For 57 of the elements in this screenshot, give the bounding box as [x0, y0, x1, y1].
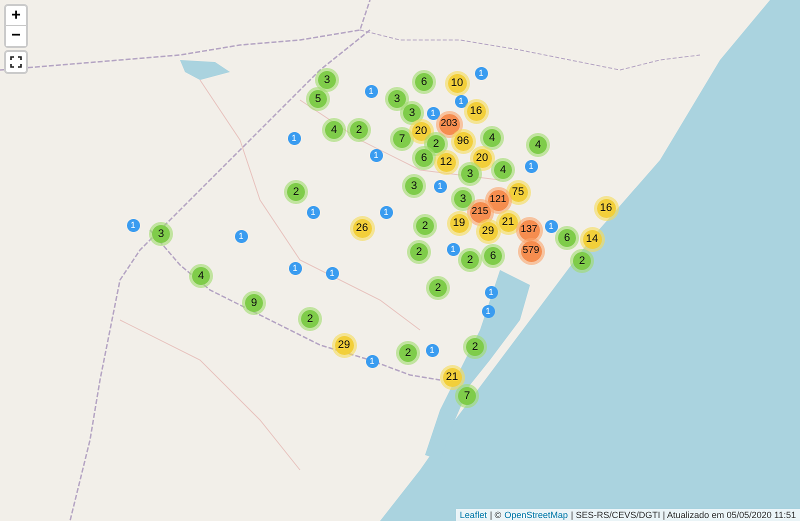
marker-cluster[interactable]: 26	[352, 218, 372, 238]
marker-cluster[interactable]: 2	[410, 243, 428, 261]
attribution-text: | ©	[490, 510, 502, 520]
marker-cluster[interactable]: 4	[325, 121, 343, 139]
marker-cluster[interactable]: 3	[405, 177, 423, 195]
marker-cluster[interactable]: 7	[458, 387, 476, 405]
marker-cluster[interactable]: 12	[436, 152, 456, 172]
marker-cluster[interactable]: 20	[472, 148, 492, 168]
marker-cluster[interactable]: 579	[520, 240, 542, 262]
fullscreen-button[interactable]	[4, 50, 28, 74]
attribution-link[interactable]: OpenStreetMap	[504, 510, 568, 520]
marker-cluster[interactable]: 14	[582, 230, 602, 248]
marker-cluster[interactable]: 21	[442, 368, 462, 386]
marker-cluster[interactable]: 2	[427, 135, 445, 153]
marker-cluster[interactable]: 2	[573, 252, 591, 270]
fullscreen-icon	[10, 56, 22, 68]
marker-cluster[interactable]: 3	[454, 190, 472, 208]
marker-cluster[interactable]: 2	[287, 183, 305, 201]
marker-cluster[interactable]: 4	[494, 161, 512, 179]
marker-cluster[interactable]: 96	[454, 132, 472, 150]
marker-cluster[interactable]: 75	[508, 182, 528, 202]
attribution-link[interactable]: Leaflet	[460, 510, 487, 520]
marker-cluster[interactable]: 20	[412, 122, 430, 140]
marker-cluster[interactable]: 2	[350, 121, 368, 139]
marker-cluster[interactable]: 2	[416, 217, 434, 235]
marker-cluster[interactable]: 4	[529, 136, 547, 154]
marker-cluster[interactable]: 2	[429, 279, 447, 297]
marker-cluster[interactable]: 16	[466, 102, 486, 120]
marker-cluster[interactable]: 4	[483, 129, 501, 147]
marker-cluster[interactable]: 29	[334, 336, 354, 354]
marker-cluster[interactable]: 6	[415, 149, 433, 167]
marker-cluster[interactable]: 5	[309, 90, 327, 108]
marker-cluster[interactable]: 2	[466, 338, 484, 356]
marker-cluster[interactable]: 6	[558, 229, 576, 247]
marker-cluster[interactable]: 203	[438, 114, 460, 134]
marker-cluster[interactable]: 3	[318, 71, 336, 89]
marker-cluster[interactable]: 121	[488, 190, 508, 210]
marker-cluster[interactable]: 3	[388, 90, 406, 108]
marker-cluster[interactable]: 3	[403, 104, 421, 122]
marker-cluster[interactable]: 29	[478, 222, 498, 240]
marker-cluster[interactable]: 215	[470, 202, 490, 222]
attribution-text: | SES-RS/CEVS/DGTI | Atualizado em 05/05/2020 11:51	[570, 510, 796, 520]
marker-cluster[interactable]: 6	[415, 73, 433, 91]
marker-cluster[interactable]: 2	[301, 310, 319, 328]
marker-cluster[interactable]: 6	[484, 247, 502, 265]
marker-cluster[interactable]: 2	[399, 344, 417, 362]
marker-cluster[interactable]: 16	[596, 198, 616, 218]
marker-cluster[interactable]: 3	[152, 225, 170, 243]
marker-cluster[interactable]: 9	[245, 294, 263, 312]
marker-cluster[interactable]: 137	[518, 220, 540, 240]
marker-cluster[interactable]: 3	[461, 165, 479, 183]
marker-cluster[interactable]: 19	[450, 214, 468, 232]
marker-cluster[interactable]: 4	[192, 267, 210, 285]
marker-cluster[interactable]: 21	[498, 212, 518, 232]
marker-cluster[interactable]: 2	[461, 251, 479, 269]
marker-cluster[interactable]: 7	[393, 130, 411, 148]
marker-cluster[interactable]: 10	[448, 74, 466, 92]
